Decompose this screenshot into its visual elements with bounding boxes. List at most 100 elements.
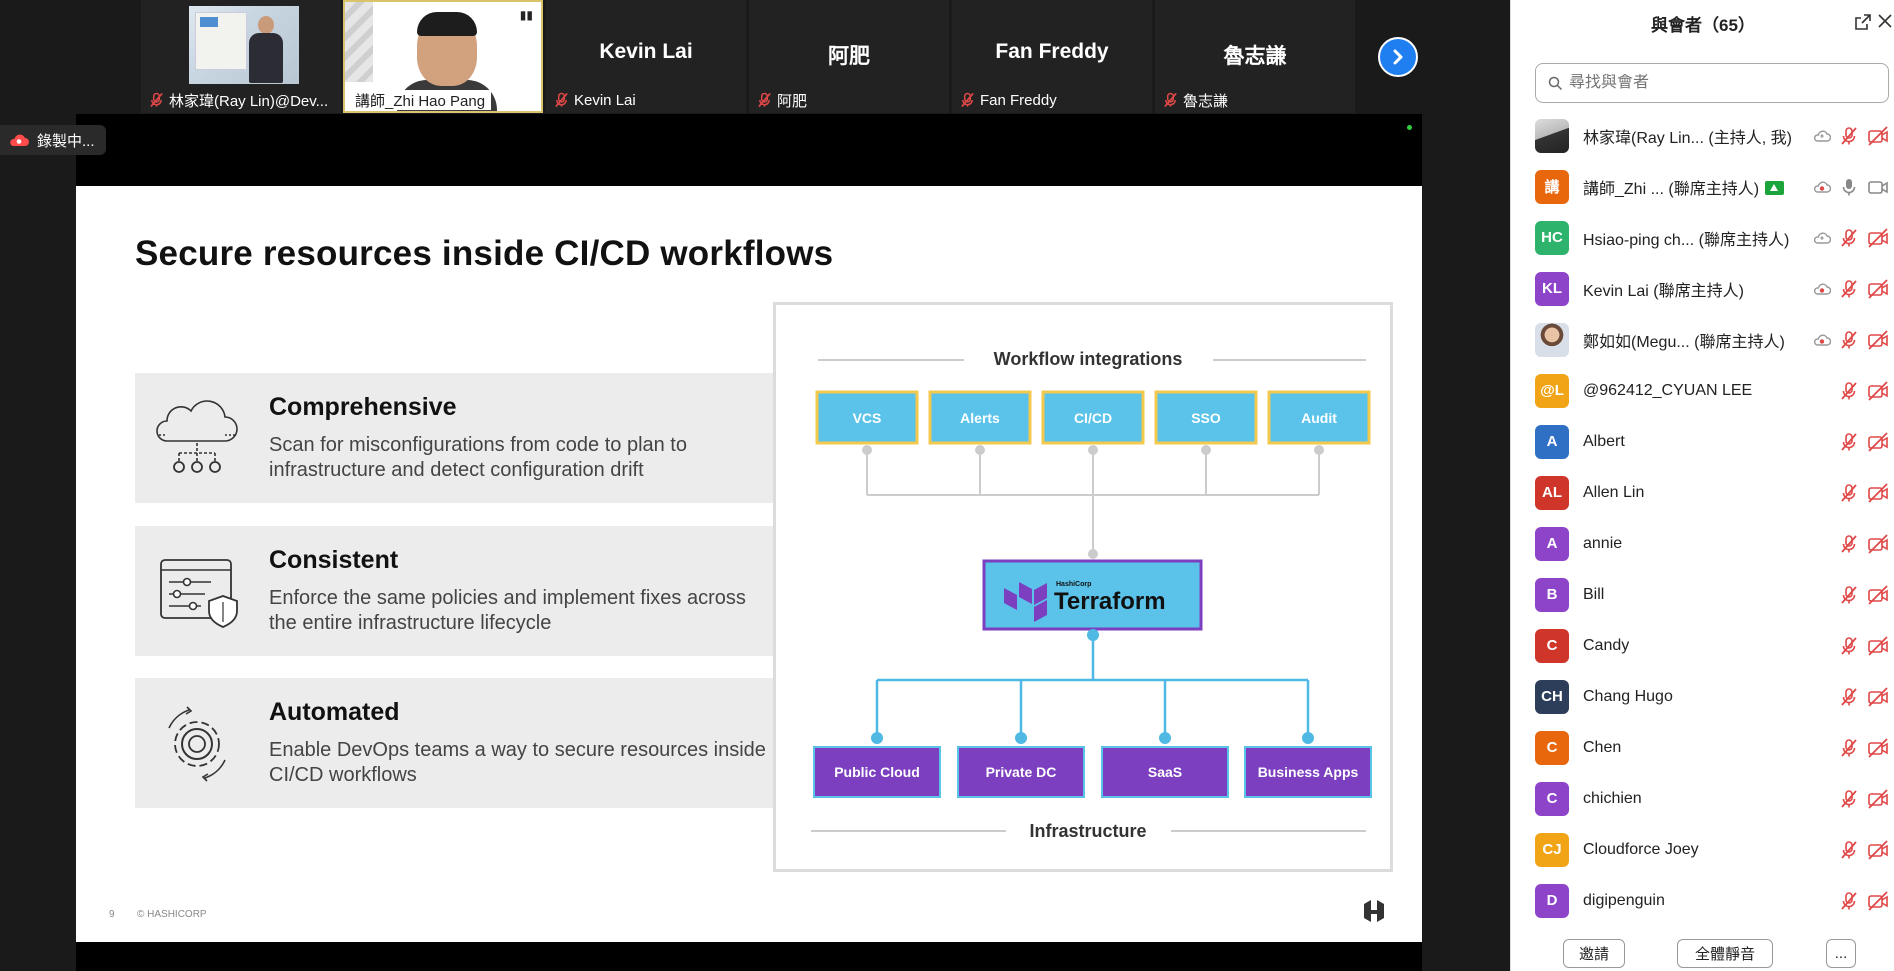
tile-label: 講師_Zhi Hao Pang [349,90,492,110]
participant-row[interactable]: C Chen [1511,722,1894,773]
participant-role: (主持人, 我) [1708,129,1792,147]
mic-off-icon[interactable] [1839,585,1859,605]
infra-box-saas: SaaS [1101,746,1229,798]
avatar: C [1535,628,1569,663]
video-off-icon[interactable] [1867,380,1889,401]
mic-off-icon [758,92,771,108]
participant-display-name: @962412_CYUAN LEE [1583,381,1753,399]
mic-off-icon[interactable] [1839,228,1859,248]
integration-label: CI/CD [1074,410,1112,426]
video-off-icon[interactable] [1867,227,1889,248]
participant-status-icons [1813,161,1889,212]
participant-display-name: Bill [1583,585,1605,603]
participant-status-icons [1839,569,1889,620]
participant-display-name: chichien [1583,789,1642,807]
feature-title: Consistent [269,546,399,574]
mic-off-icon[interactable] [1839,483,1859,503]
cloud-icon [1813,232,1831,244]
video-icon[interactable] [1867,177,1889,197]
mic-off-icon[interactable] [1839,432,1859,452]
participant-row[interactable]: 林家瑋(Ray Lin... (主持人, 我) [1511,110,1894,161]
participant-display-name: Chang Hugo [1583,687,1673,705]
participant-row[interactable]: KL Kevin Lai (聯席主持人) [1511,263,1894,314]
video-off-icon[interactable] [1867,686,1889,707]
video-off-icon[interactable] [1867,482,1889,503]
video-off-icon[interactable] [1867,533,1889,554]
invite-button[interactable]: 邀請 [1563,939,1625,968]
integration-label: VCS [853,410,882,426]
mic-off-icon[interactable] [1839,279,1859,299]
video-off-icon[interactable] [1867,839,1889,860]
recording-label: 錄製中... [37,132,95,150]
participant-row[interactable]: 講講師_Zhi ... (聯席主持人) [1511,161,1894,212]
next-page-button[interactable] [1378,37,1418,77]
video-tile-zhi-hao-pang[interactable]: ▮▮ 講師_Zhi Hao Pang [343,0,543,113]
feature-title: Comprehensive [269,393,457,421]
mic-icon[interactable] [1839,177,1859,197]
avatar: C [1535,781,1569,816]
video-off-icon[interactable] [1867,584,1889,605]
mic-off-icon[interactable] [1839,636,1859,656]
pop-out-icon[interactable] [1854,13,1872,31]
mic-off-icon[interactable] [1839,330,1859,350]
video-off-icon[interactable] [1867,329,1889,350]
mic-off-icon[interactable] [1839,840,1859,860]
mic-off-icon[interactable] [1839,381,1859,401]
mute-all-button[interactable]: 全體靜音 [1677,939,1773,968]
participant-row[interactable]: AL Allen Lin [1511,467,1894,518]
mic-off-icon[interactable] [1839,891,1859,911]
participant-row[interactable]: CJ Cloudforce Joey [1511,824,1894,875]
video-off-icon[interactable] [1867,635,1889,656]
video-tile-lu-zhi-qian[interactable]: 魯志謙 魯志謙 [1155,0,1355,113]
video-tile-kevin-lai[interactable]: Kevin Lai Kevin Lai [546,0,746,113]
video-off-icon[interactable] [1867,278,1889,299]
video-tile-fan-freddy[interactable]: Fan Freddy Fan Freddy [952,0,1152,113]
video-tile-ray-lin[interactable]: 林家瑋(Ray Lin)@Dev... [141,0,341,113]
video-tile-a-fei[interactable]: 阿肥 阿肥 [749,0,949,113]
mic-off-icon[interactable] [1839,534,1859,554]
screen-share-icon [1765,180,1785,195]
video-off-icon[interactable] [1867,431,1889,452]
video-off-icon[interactable] [1867,788,1889,809]
integration-box-sso: SSO [1154,390,1258,455]
participant-row[interactable]: @L @962412_CYUAN LEE [1511,365,1894,416]
video-off-icon[interactable] [1867,890,1889,911]
mic-off-icon[interactable] [1839,126,1859,146]
participant-name: digipenguin [1583,892,1665,910]
search-input[interactable] [1569,74,1869,92]
diagram-canvas: Workflow integrations VCS Alerts CI/CD S… [811,349,1372,841]
video-off-icon[interactable] [1867,737,1889,758]
participant-name: Chen [1583,739,1621,757]
participant-row[interactable]: A Albert [1511,416,1894,467]
participant-role: (聯席主持人) [1698,231,1790,249]
participant-row[interactable]: CH Chang Hugo [1511,671,1894,722]
hashicorp-logo-icon: ▮▮ [519,8,533,22]
participant-status-icons [1813,263,1889,314]
participant-name: Candy [1583,637,1629,655]
participant-display-name: Cloudforce Joey [1583,840,1699,858]
mic-off-icon[interactable] [1839,687,1859,707]
tile-name: 魯志謙 [1183,92,1229,110]
participant-row[interactable]: Cchichien [1511,773,1894,824]
participant-row[interactable]: HC Hsiao-ping ch... (聯席主持人) [1511,212,1894,263]
more-button[interactable]: ... [1826,939,1856,968]
video-off-icon[interactable] [1867,125,1889,146]
mic-off-icon[interactable] [1839,738,1859,758]
participant-row[interactable]: Aannie [1511,518,1894,569]
recording-indicator[interactable]: 錄製中... [0,125,106,155]
mic-off-icon[interactable] [1839,789,1859,809]
participant-search[interactable] [1535,63,1889,103]
participant-row[interactable]: C Candy [1511,620,1894,671]
participant-row[interactable]: B Bill [1511,569,1894,620]
diagram-top-label: Workflow integrations [994,349,1183,369]
participant-row[interactable]: 鄭如如(Megu... (聯席主持人) [1511,314,1894,365]
participant-status-icons [1813,212,1889,263]
integration-box-alerts: Alerts [928,390,1032,455]
participant-name: @962412_CYUAN LEE [1583,382,1752,400]
participant-row[interactable]: Ddigipenguin [1511,875,1894,920]
panel-footer: 邀請 全體靜音 ... [1511,930,1894,971]
feature-comprehensive: Comprehensive Scan for misconfigurations… [135,373,773,503]
close-icon[interactable] [1876,12,1894,30]
participant-status-icons [1839,518,1889,569]
avatar [1535,118,1569,153]
